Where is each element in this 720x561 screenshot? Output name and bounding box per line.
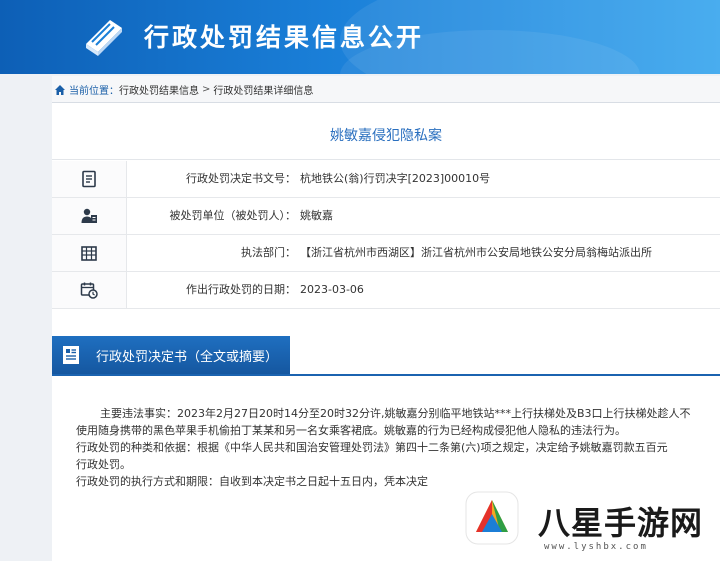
decision-text: 主要违法事实：2023年2月27日20时14分至20时32分许,姚敏嘉分别临平地… [76,405,720,490]
info-row-enforcement-dept: 执法部门： 【浙江省杭州市西湖区】浙江省杭州市公安局地铁公安分局翁梅站派出所 [52,235,720,272]
text-line: 使用随身携带的黑色苹果手机偷拍丁某某和另一名女乘客裙底。姚敏嘉的行为已经构成侵犯… [76,424,626,437]
document-list-icon [82,170,96,188]
info-table: 行政处罚决定书文号： 杭地铁公(翁)行罚决字[2023]00010号 被处罚单位… [52,161,720,309]
info-value: 杭地铁公(翁)行罚决字[2023]00010号 [300,172,491,185]
book-icon [86,20,122,56]
info-label: 作出行政处罚的日期： [186,283,296,296]
calendar-clock-icon [80,282,98,299]
breadcrumb: 当前位置： 行政处罚结果信息 > 行政处罚结果详细信息 [52,76,720,103]
info-value: 【浙江省杭州市西湖区】浙江省杭州市公安局地铁公安分局翁梅站派出所 [300,246,652,259]
home-icon [55,84,65,95]
breadcrumb-separator: > [202,84,211,95]
user-id-icon [81,208,97,223]
info-row-penalty-date: 作出行政处罚的日期： 2023-03-06 [52,272,720,309]
section-title: 行政处罚决定书（全文或摘要） [96,349,279,365]
breadcrumb-label: 当前位置： [69,86,119,97]
text-line: 行政处罚。 [76,458,131,471]
watermark: 八星手游网 www.lyshbx.com [458,484,720,561]
info-row-penalized-party: 被处罚单位（被处罚人）： 姚敏嘉 [52,198,720,235]
breadcrumb-item-results[interactable]: 行政处罚结果信息 [119,82,199,97]
info-label: 行政处罚决定书文号： [186,172,296,185]
document-icon [63,346,79,364]
site-title: 行政处罚结果信息公开 [144,23,425,52]
header-banner: 行政处罚结果信息公开 [0,0,720,74]
section-header: 行政处罚决定书（全文或摘要） [52,336,720,376]
divider [52,159,720,160]
watermark-url: www.lyshbx.com [544,542,648,552]
breadcrumb-item-detail[interactable]: 行政处罚结果详细信息 [213,82,313,97]
watermark-text: 八星手游网 [538,504,704,542]
info-value: 姚敏嘉 [300,209,333,222]
watermark-logo-icon [465,491,519,545]
building-icon [81,246,97,261]
info-label: 执法部门： [241,246,296,259]
text-line: 行政处罚的种类和依据：根据《中华人民共和国治安管理处罚法》第四十二条第(六)项之… [76,441,668,454]
text-line: 主要违法事实：2023年2月27日20时14分至20时32分许,姚敏嘉分别临平地… [100,407,691,420]
info-label: 被处罚单位（被处罚人）： [169,209,297,222]
section-tab: 行政处罚决定书（全文或摘要） [52,336,290,374]
info-row-decision-number: 行政处罚决定书文号： 杭地铁公(翁)行罚决字[2023]00010号 [52,161,720,198]
info-value: 2023-03-06 [300,283,364,296]
case-title: 姚敏嘉侵犯隐私案 [330,128,442,144]
